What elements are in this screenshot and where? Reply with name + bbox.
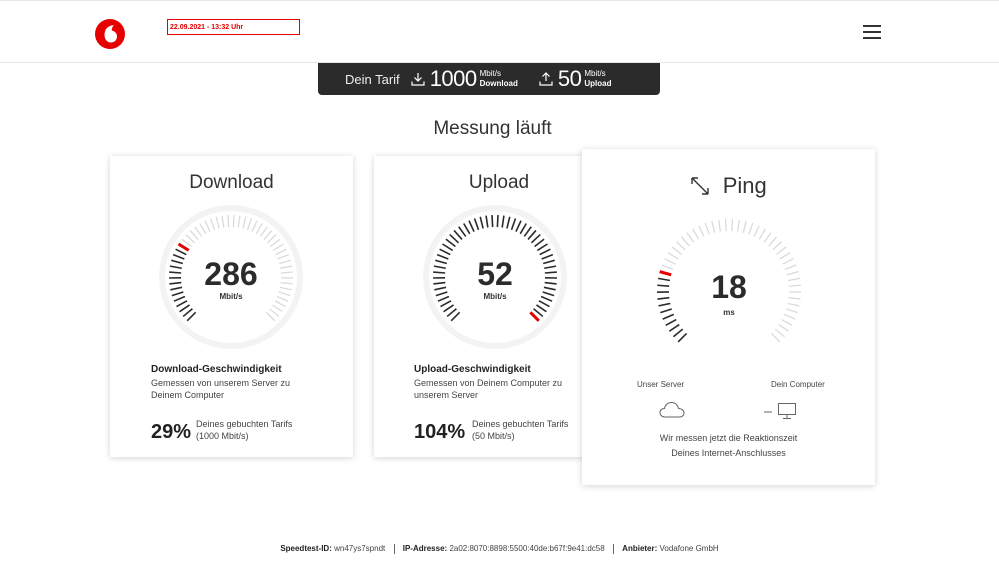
gauge-tick [665, 318, 677, 327]
gauge-tick [779, 252, 791, 260]
gauge-tick [763, 232, 772, 243]
gauge-tick [698, 225, 705, 237]
speedtest-id-label: Speedtest-ID: [280, 544, 332, 554]
gauge-tick [671, 246, 682, 255]
tarif-upload-units: Mbit/s Upload [584, 69, 612, 88]
gauge-tick [748, 222, 754, 235]
tarif-label: Dein Tarif [345, 71, 400, 87]
gauge-tick [753, 225, 760, 237]
provider-label: Anbieter: [622, 544, 658, 554]
hamburger-menu-icon[interactable] [863, 25, 881, 39]
gauge-tick [776, 246, 787, 255]
ping-gauge: 18 ms [656, 218, 802, 364]
page-title: Messung läuft [433, 118, 552, 139]
upload-info-title: Upload-Geschwindigkeit [414, 364, 531, 375]
gauge-tick [676, 241, 686, 251]
ping-card: Ping 18 ms Unser Server Dein Computer Wi… [582, 149, 875, 485]
download-card: Download 286 Mbit/s Download-Geschwindig… [110, 156, 353, 457]
cloud-icon [659, 401, 685, 418]
header: 22.09.2021 - 13:32 Uhr [0, 1, 999, 63]
ping-header: Ping [582, 173, 875, 199]
ping-value: 18 [711, 269, 747, 305]
gauge-tick [718, 219, 721, 232]
datetime-stamp: 22.09.2021 - 13:32 Uhr [167, 19, 300, 35]
tarif-download-value: 1000 [429, 66, 477, 91]
expand-arrows-icon [691, 177, 709, 195]
tarif-upload-value: 50 [557, 66, 582, 91]
computer-icon [778, 403, 796, 419]
gauge-tick [672, 328, 684, 338]
ping-unit: ms [723, 308, 735, 317]
gauge-tick [737, 219, 740, 232]
gauge-tick [704, 222, 710, 235]
computer-label: Dein Computer [771, 380, 825, 389]
download-icon [411, 73, 425, 86]
upload-gauge: 52 Mbit/s [422, 204, 568, 350]
gauge-tick [772, 241, 782, 251]
download-info-title: Download-Geschwindigkeit [151, 364, 282, 375]
gauge-tick [758, 228, 766, 240]
ping-description: Wir messen jetzt die Reaktionszeit Deine… [659, 433, 798, 458]
gauge-tick [496, 215, 499, 228]
download-percent: 29% [151, 421, 192, 443]
provider-value: Vodafone GmbH [659, 544, 719, 554]
gauge-tick [782, 258, 794, 265]
ping-title: Ping [722, 173, 767, 198]
footer-divider [612, 544, 614, 554]
download-unit: Mbit/s [219, 292, 243, 301]
gauge-tick [774, 328, 785, 338]
gauge-tick [668, 323, 680, 332]
download-gauge: 286 Mbit/s [158, 204, 304, 350]
upload-info-desc: Gemessen von Deinem Computer zu unserem … [414, 378, 563, 400]
ip-value: 2a02:8070:8898:5500:40de:b67f:9e41:dc58 [449, 544, 605, 554]
footer-divider [393, 544, 395, 554]
upload-value: 52 [477, 256, 513, 292]
tarif-download-units: Mbit/s Download [479, 69, 518, 88]
gauge-tick [227, 215, 230, 228]
download-percent-desc: Deines gebuchten Tarifs (1000 Mbit/s) [196, 419, 293, 441]
speedtest-id-value[interactable]: wn47ys7spndt [334, 544, 385, 553]
vodafone-logo[interactable] [94, 18, 126, 50]
gauge-tick [680, 236, 690, 247]
gauge-tick [781, 319, 793, 326]
gauge-tick [686, 232, 695, 243]
gauge-tick [742, 220, 747, 233]
gauge-tick [491, 215, 494, 228]
download-info-desc: Gemessen von unserem Server zu Deinem Co… [151, 378, 291, 400]
upload-unit: Mbit/s [483, 292, 507, 301]
download-value: 286 [204, 256, 258, 292]
gauge-tick [711, 220, 716, 233]
gauge-tick [664, 258, 676, 265]
ip-label: IP-Adresse: [402, 544, 448, 554]
gauge-tick [724, 219, 727, 232]
tarif-banner: Dein Tarif 1000 Mbit/s Download 50 Mbit/… [318, 63, 660, 95]
footer: Speedtest-ID: wn47ys7spndt IP-Adresse: 2… [0, 544, 999, 554]
gauge-tick [778, 324, 790, 332]
gauge-tick [692, 228, 700, 240]
connection-dash [764, 411, 772, 413]
gauge-tick [667, 252, 679, 260]
gauge-tick [232, 215, 235, 228]
server-label: Unser Server [637, 380, 685, 389]
gauge-tick [771, 333, 781, 343]
gauge-tick [731, 219, 734, 232]
upload-icon [539, 72, 553, 86]
download-title: Download [189, 172, 274, 193]
gauge-tick [677, 332, 688, 343]
gauge-tick [768, 236, 778, 247]
upload-card: Upload 52 Mbit/s Upload-Geschwindigkeit … [374, 156, 617, 457]
upload-percent: 104% [414, 421, 466, 443]
upload-percent-desc: Deines gebuchten Tarifs (50 Mbit/s) [472, 419, 569, 441]
